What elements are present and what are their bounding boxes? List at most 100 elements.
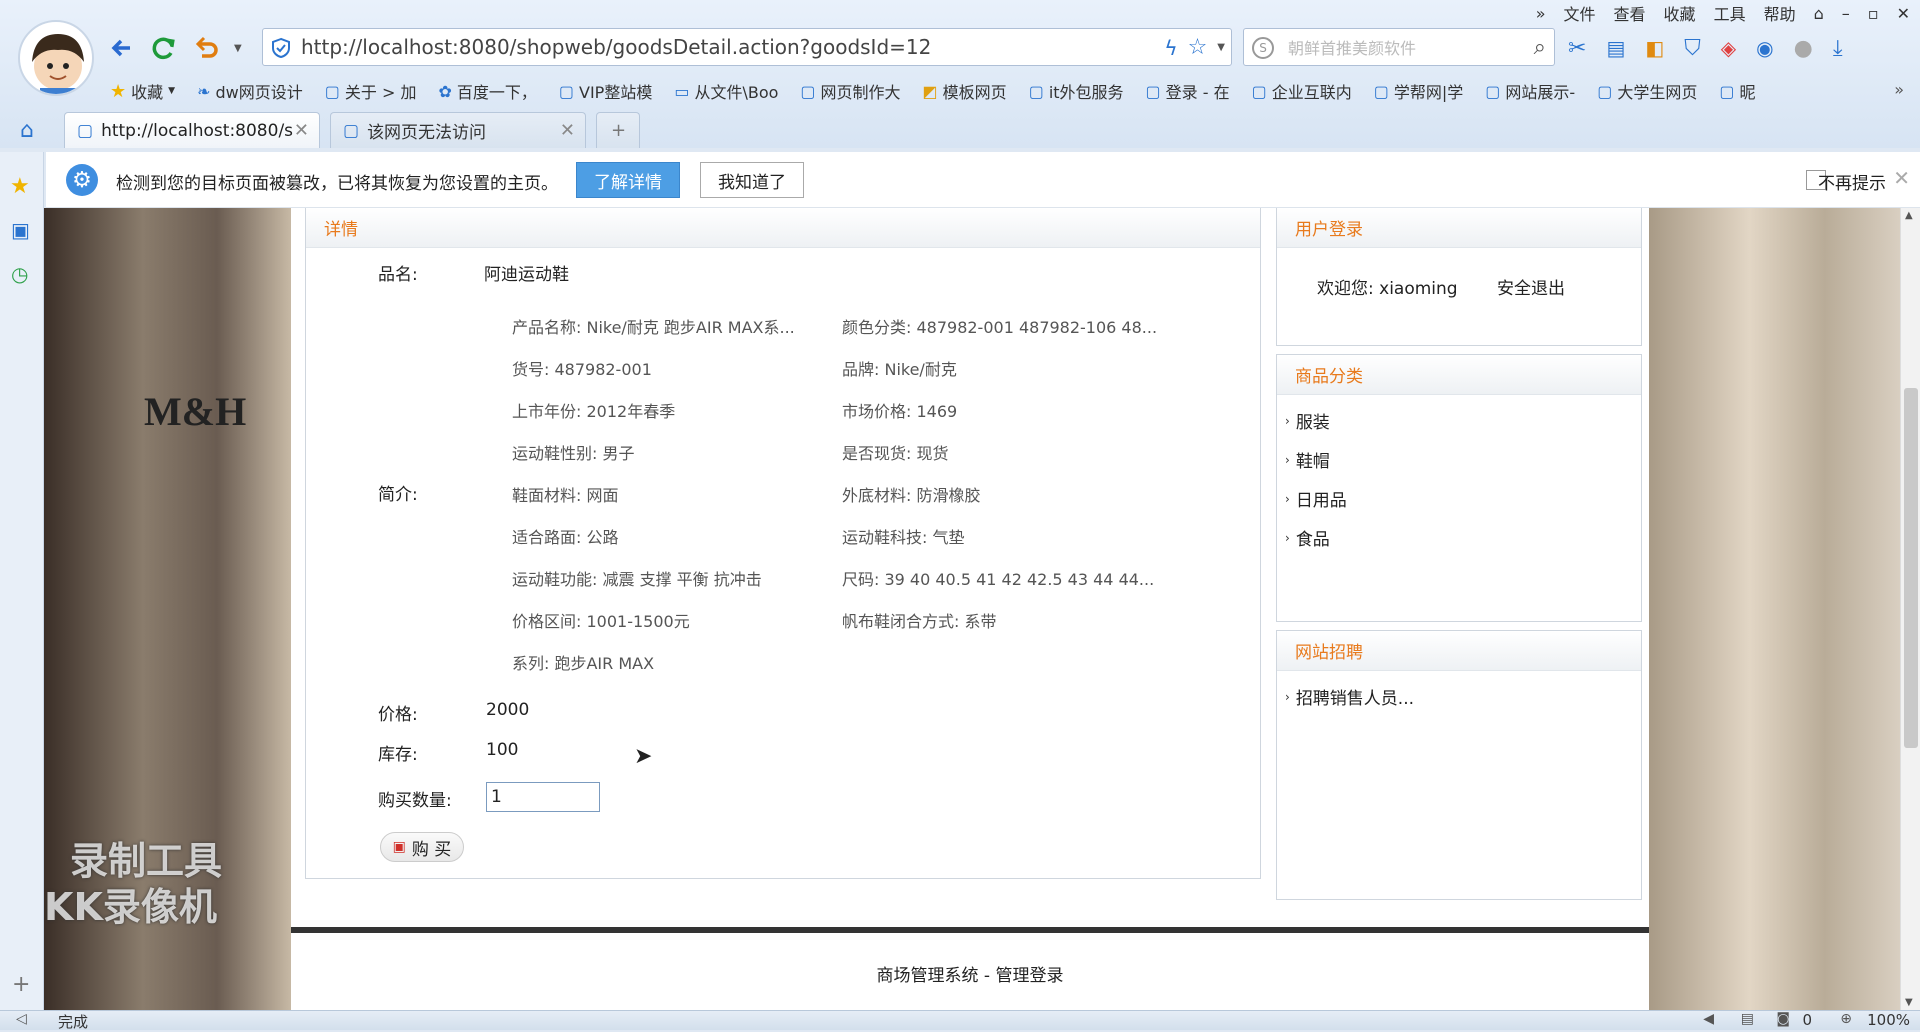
- vertical-scrollbar[interactable]: ▲ ▼: [1900, 208, 1920, 1010]
- restore-icon[interactable]: ▫: [1868, 4, 1879, 23]
- main-content: 详情 品名: 阿迪运动鞋 简介: 产品名称: Nike/耐克 跑步AIR MAX…: [291, 208, 1649, 1010]
- undo-icon[interactable]: [192, 34, 220, 62]
- print-icon[interactable]: ▤: [1741, 1011, 1754, 1027]
- page-icon: ▢: [1719, 81, 1735, 101]
- fav-item[interactable]: ▢ 学帮网|学: [1374, 79, 1464, 103]
- zoom-level[interactable]: 100%: [1867, 1011, 1910, 1029]
- user-avatar[interactable]: [18, 20, 94, 96]
- job-item[interactable]: › 招聘销售人员...: [1277, 677, 1641, 716]
- fav-item[interactable]: ▢ 关于 > 加: [325, 79, 417, 103]
- fav-item[interactable]: ✿ 百度一下，: [438, 79, 536, 103]
- page-icon: ▢: [1028, 81, 1044, 101]
- game-icon[interactable]: ◈: [1721, 36, 1736, 60]
- close-window-icon[interactable]: ✕: [1897, 4, 1910, 23]
- app-icon[interactable]: ◧: [1645, 36, 1664, 60]
- search-box[interactable]: S 朝鲜首推美颜软件 ⌕: [1243, 28, 1555, 66]
- fav-item[interactable]: ▢ 登录 - 在: [1146, 79, 1230, 103]
- fav-item[interactable]: ▢ 企业互联内: [1252, 79, 1352, 103]
- got-it-button[interactable]: 我知道了: [700, 162, 804, 198]
- add-icon[interactable]: +: [12, 972, 30, 997]
- translate-icon[interactable]: ▤: [1606, 36, 1625, 60]
- star-icon[interactable]: ☆: [1188, 35, 1208, 60]
- intro-label: 简介:: [378, 485, 418, 505]
- undo-dropdown-icon[interactable]: ▼: [234, 43, 242, 54]
- search-icon[interactable]: ⌕: [1534, 35, 1546, 60]
- tab-inactive[interactable]: ▢ 该网页无法访问 ✕: [330, 112, 586, 148]
- fav-item[interactable]: ▢ 网站展示-: [1485, 79, 1575, 103]
- background-right-image: [1649, 208, 1900, 1010]
- fav-item[interactable]: ▢ 网页制作大: [800, 79, 900, 103]
- category-item[interactable]: › 日用品: [1277, 479, 1641, 518]
- fav-item[interactable]: ▢ VIP整站模: [559, 79, 652, 103]
- refresh-icon[interactable]: [150, 34, 178, 62]
- buy-button[interactable]: ▣ 购 买: [380, 832, 464, 862]
- tab-close-icon[interactable]: ✕: [294, 120, 309, 141]
- dont-show-label[interactable]: 不再提示: [1818, 169, 1886, 194]
- logout-link[interactable]: 安全退出: [1497, 274, 1565, 299]
- notice-bar: ⚙ 检测到您的目标页面被篡改，已将其恢复为您设置的主页。 了解详情 我知道了 不…: [46, 152, 1920, 208]
- menu-view[interactable]: 查看: [1614, 1, 1646, 25]
- status-bar: ◁ 完成 ◀ ▤ ◙ 0 ⊕ 100%: [0, 1010, 1920, 1031]
- notice-message: 检测到您的目标页面被篡改，已将其恢复为您设置的主页。: [116, 174, 558, 194]
- new-tab-button[interactable]: +: [596, 112, 640, 148]
- menu-help[interactable]: 帮助: [1764, 1, 1796, 25]
- scroll-down-icon[interactable]: ▼: [1905, 997, 1913, 1008]
- home-icon[interactable]: ⌂: [20, 118, 34, 143]
- fav-item[interactable]: ▭ 从文件\Boo: [674, 79, 778, 103]
- scrollbar-thumb[interactable]: [1904, 388, 1918, 748]
- sidebar-toggle-icon[interactable]: ◁: [16, 1011, 27, 1027]
- footer-text[interactable]: 商场管理系统 - 管理登录: [291, 961, 1649, 986]
- download-icon[interactable]: ⤓: [1833, 36, 1843, 61]
- scroll-up-icon[interactable]: ▲: [1905, 210, 1913, 221]
- buy-label: 购 买: [411, 839, 452, 860]
- quantity-input[interactable]: 1: [486, 782, 600, 812]
- page-icon: ▢: [800, 81, 816, 101]
- favorites-button[interactable]: ★ 收藏 ▼: [110, 79, 175, 103]
- search-placeholder[interactable]: 朝鲜首推美颜软件: [1288, 35, 1416, 59]
- tab-title: 该网页无法访问: [367, 123, 487, 143]
- address-dropdown-icon[interactable]: ▼: [1217, 42, 1225, 53]
- reader-icon[interactable]: ▣: [11, 218, 30, 242]
- minimize-icon[interactable]: –: [1842, 4, 1850, 23]
- category-item[interactable]: › 鞋帽: [1277, 440, 1641, 479]
- download-count-icon[interactable]: ◙: [1776, 1011, 1790, 1027]
- spec-left: 运动鞋功能: 减震 支撑 平衡 抗冲击: [512, 570, 762, 589]
- background-left-image: M&H 录制工具 KK录像机: [44, 208, 291, 1010]
- jobs-panel: 网站招聘 › 招聘销售人员...: [1276, 630, 1642, 900]
- menu-tools[interactable]: 工具: [1714, 1, 1746, 25]
- menu-file[interactable]: 文件: [1564, 1, 1596, 25]
- menu-bar: » 文件 查看 收藏 工具 帮助 ⌂ – ▫ ✕: [1536, 0, 1910, 26]
- url-text[interactable]: http://localhost:8080/shopweb/goodsDetai…: [301, 35, 931, 59]
- price-label: 价格:: [378, 705, 418, 725]
- fav-item[interactable]: ▢ 昵: [1719, 79, 1755, 103]
- security-icon[interactable]: ⛉: [1684, 36, 1701, 61]
- tab-close-icon[interactable]: ✕: [560, 120, 575, 141]
- tab-active[interactable]: ▢ http://localhost:8080/s ✕: [64, 112, 320, 148]
- category-item[interactable]: › 食品: [1277, 518, 1641, 557]
- fav-item[interactable]: ▢ 大学生网页: [1597, 79, 1697, 103]
- menu-favorites[interactable]: 收藏: [1664, 1, 1696, 25]
- favorites-star-icon[interactable]: ★: [10, 174, 30, 199]
- history-icon[interactable]: ◷: [11, 262, 28, 286]
- speaker-icon[interactable]: ◀: [1703, 1011, 1714, 1027]
- notice-close-icon[interactable]: ✕: [1893, 166, 1910, 190]
- learn-more-button[interactable]: 了解详情: [576, 162, 680, 198]
- zoom-icon[interactable]: ⊕: [1840, 1011, 1852, 1027]
- lightning-icon[interactable]: ϟ: [1164, 36, 1177, 60]
- category-item[interactable]: › 服装: [1277, 401, 1641, 440]
- more-icon[interactable]: »: [1536, 4, 1546, 23]
- circle-icon[interactable]: ●: [1794, 36, 1813, 61]
- spec-right: 帆布鞋闭合方式: 系带: [842, 612, 997, 631]
- back-icon[interactable]: [108, 34, 136, 62]
- scissors-icon[interactable]: ✂: [1568, 36, 1586, 61]
- zoom-icon[interactable]: ◉: [1756, 36, 1773, 60]
- favorites-more-icon[interactable]: »: [1894, 80, 1904, 99]
- spec-right: 颜色分类: 487982-001 487982-106 48...: [842, 318, 1158, 337]
- address-bar[interactable]: http://localhost:8080/shopweb/goodsDetai…: [262, 28, 1232, 66]
- search-engine-icon[interactable]: S: [1252, 37, 1274, 59]
- chevron-right-icon: ›: [1285, 530, 1290, 545]
- fav-item[interactable]: ▢ it外包服务: [1029, 79, 1124, 103]
- skin-icon[interactable]: ⌂: [1814, 4, 1824, 23]
- fav-item[interactable]: ◩ 模板网页: [923, 79, 1007, 103]
- fav-item[interactable]: ❧ dw网页设计: [197, 79, 303, 103]
